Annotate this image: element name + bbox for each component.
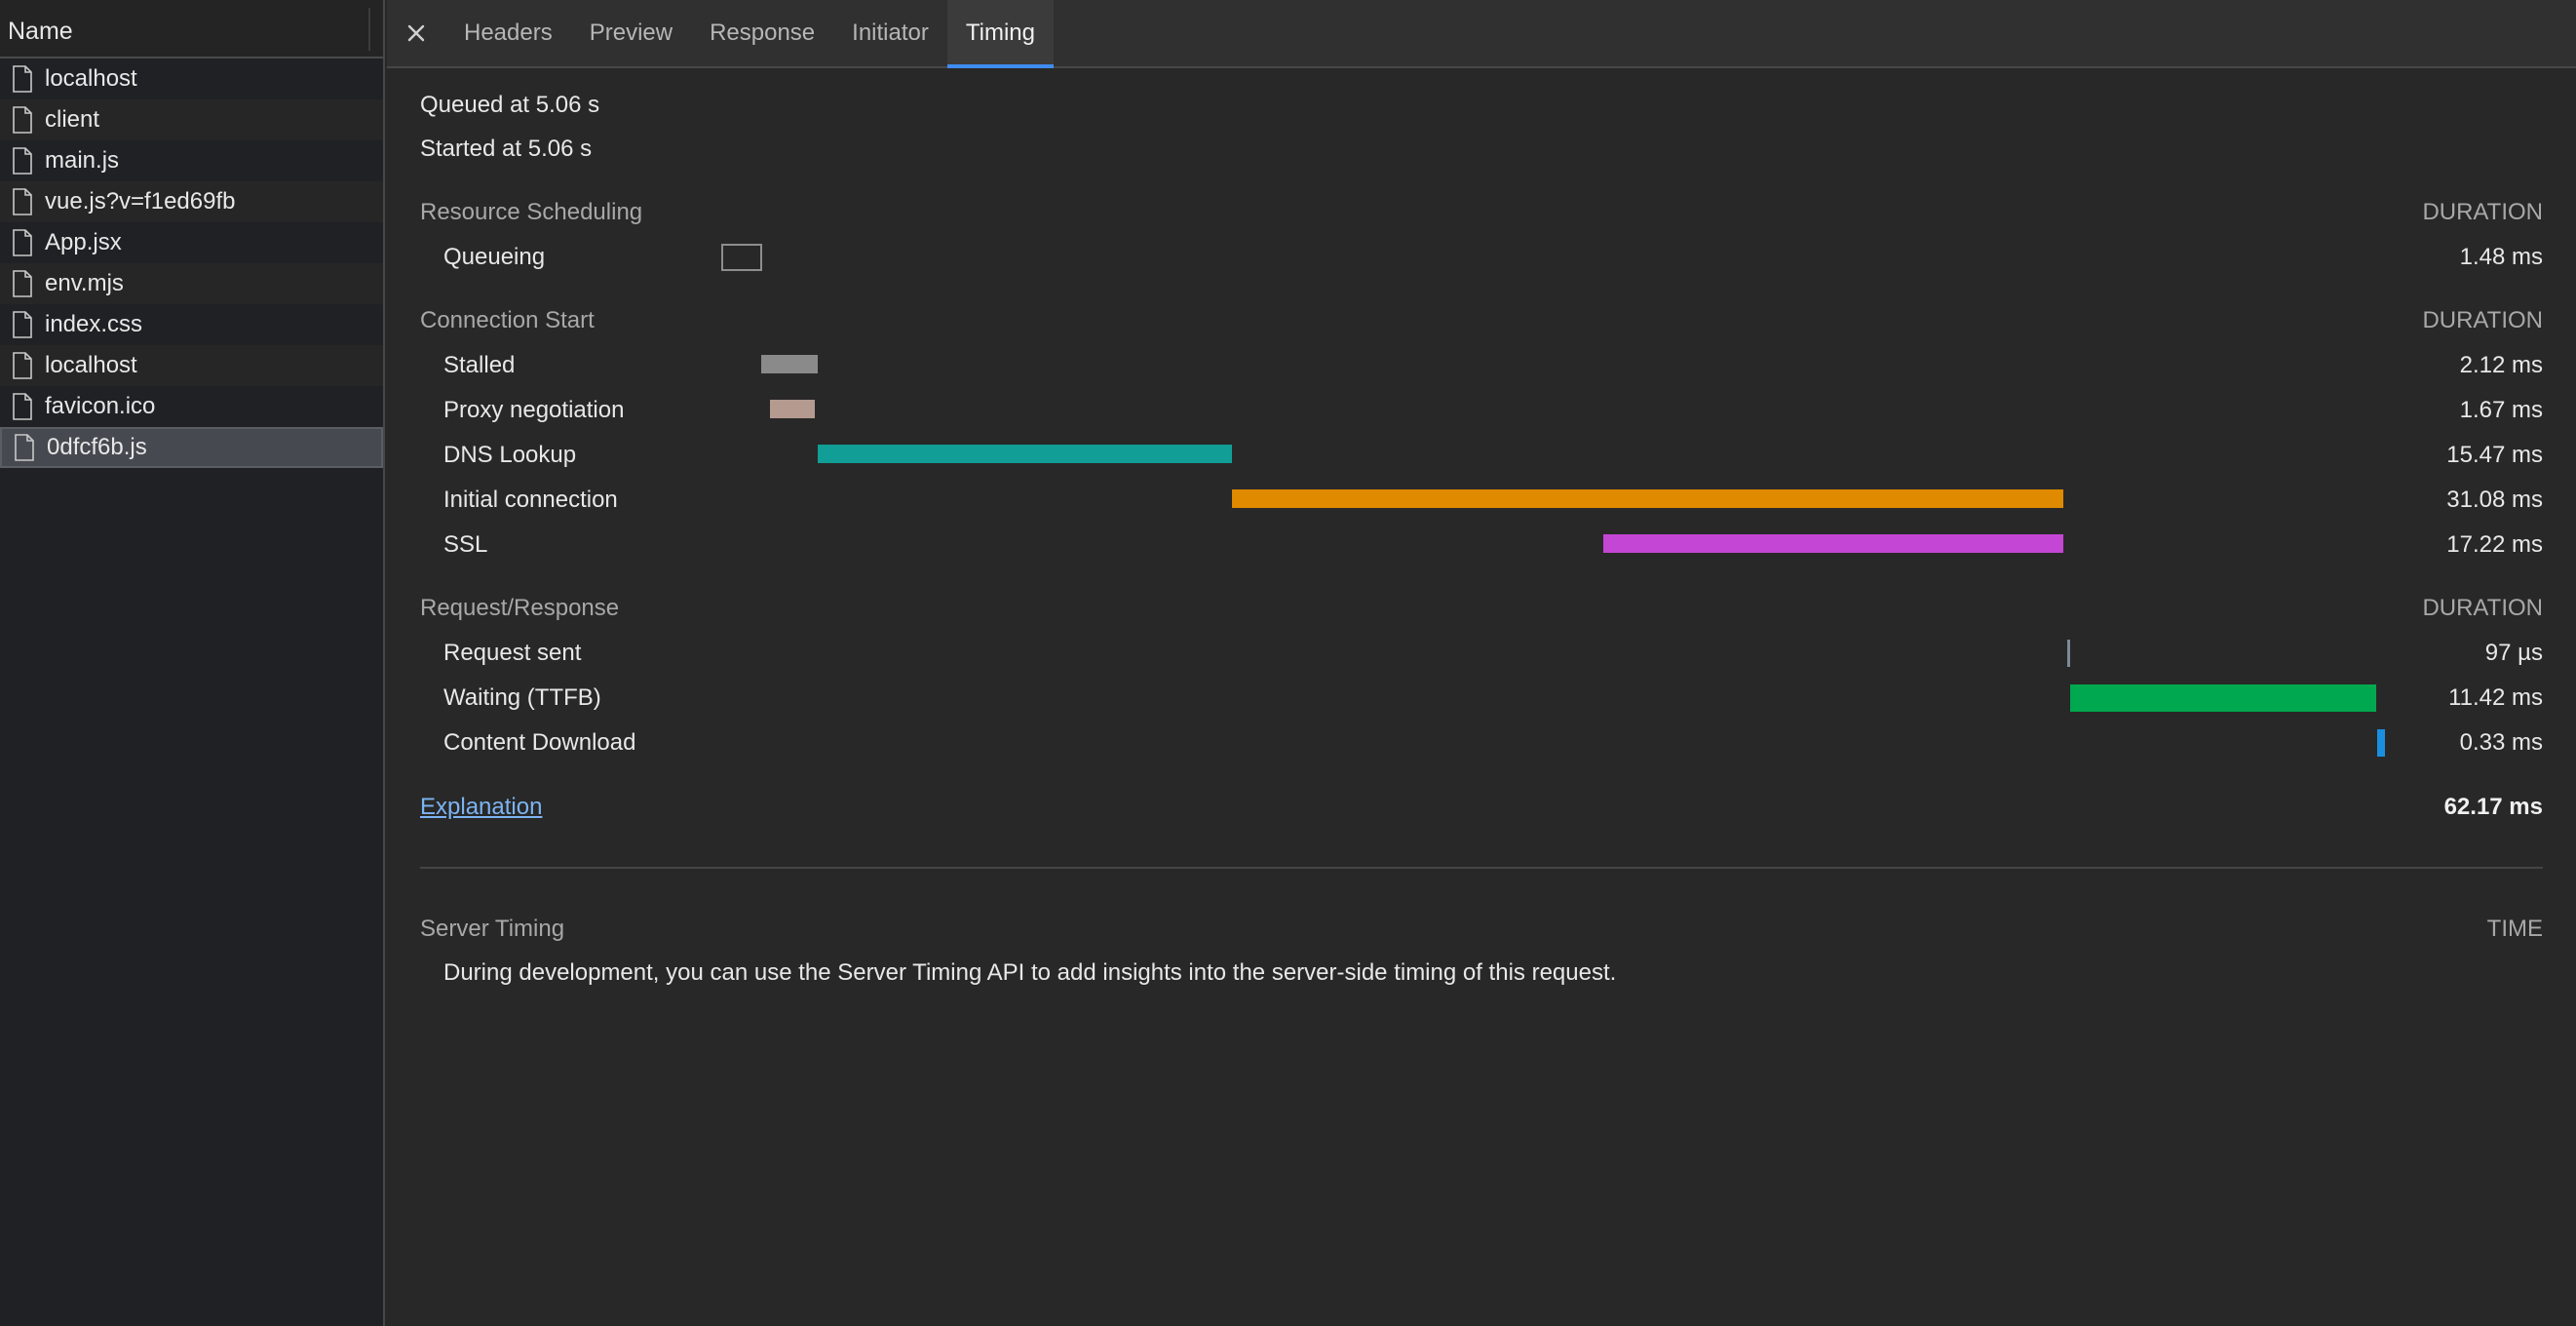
timing-row-value: 15.47 ms [2446,442,2543,468]
stalled-bar [761,355,818,373]
timing-row-label: Content Download [443,729,636,756]
proxy-negotiation-bar [770,400,815,418]
name-column-label: Name [8,18,73,45]
timing-row-proxy-negotiation: Proxy negotiation 1.67 ms [420,395,2543,428]
request-list-item[interactable]: 0dfcf6b.js [0,427,383,468]
request-name: localhost [45,352,137,378]
queueing-bar [721,244,762,271]
waiting-ttfb-bar [2070,684,2376,712]
duration-header: DURATION [2422,307,2543,333]
section-title: Connection Start [420,307,595,333]
detail-tabbar: Headers Preview Response Initiator Timin… [387,0,2576,68]
timing-row-dns-lookup: DNS Lookup 15.47 ms [420,440,2543,473]
timing-row-request-sent: Request sent 97 µs [420,638,2543,671]
timing-row-waiting-ttfb: Waiting (TTFB) 11.42 ms [420,682,2543,716]
request-list-item[interactable]: localhost [0,58,383,99]
tab-response[interactable]: Response [691,0,833,66]
file-icon [13,352,32,379]
section-title: Server Timing [420,916,565,942]
started-at-text: Started at 5.06 s [420,136,593,162]
timing-row-value: 2.12 ms [2459,352,2543,378]
file-icon [13,147,32,175]
request-list-item[interactable]: client [0,99,383,140]
timing-row-label: SSL [443,531,488,558]
time-header: TIME [2486,916,2543,942]
content-download-bar [2377,729,2385,757]
queued-at-text: Queued at 5.06 s [420,92,600,118]
timing-row-label: Request sent [443,640,582,666]
file-icon [15,434,34,461]
request-list-item[interactable]: env.mjs [0,263,383,304]
timing-row-value: 0.33 ms [2459,729,2543,756]
server-timing-description: During development, you can use the Serv… [443,959,1617,986]
duration-header: DURATION [2422,199,2543,225]
column-divider[interactable] [368,8,370,51]
request-name: 0dfcf6b.js [47,434,147,460]
request-list-panel: Name localhost client main.js vue.js?v=f1ed… [0,0,385,1326]
section-request-response: Request/Response DURATION [420,595,2543,624]
section-resource-scheduling: Resource Scheduling DURATION [420,199,2543,228]
timing-row-label: DNS Lookup [443,442,577,468]
ssl-bar [1603,534,2063,553]
initial-connection-bar [1232,489,2063,508]
section-divider [420,867,2543,869]
file-icon [13,188,32,215]
timing-row-stalled: Stalled 2.12 ms [420,350,2543,383]
timing-row-content-download: Content Download 0.33 ms [420,727,2543,760]
request-detail-panel: Headers Preview Response Initiator Timin… [387,0,2576,1326]
timing-row-label: Waiting (TTFB) [443,684,601,711]
dns-lookup-bar [818,445,1232,463]
timing-row-value: 97 µs [2484,640,2543,666]
timing-row-value: 31.08 ms [2446,487,2543,513]
total-duration: 62.17 ms [2443,794,2543,820]
file-icon [13,65,32,93]
file-icon [13,393,32,420]
timing-row-value: 1.67 ms [2459,397,2543,423]
section-title: Resource Scheduling [420,199,643,225]
timing-row-value: 11.42 ms [2448,684,2543,711]
file-icon [13,311,32,338]
timing-row-value: 1.48 ms [2459,244,2543,270]
timing-row-initial-connection: Initial connection 31.08 ms [420,485,2543,518]
name-column-header[interactable]: Name [0,0,383,58]
request-list-item[interactable]: main.js [0,140,383,181]
file-icon [13,229,32,256]
request-name: main.js [45,147,120,174]
timing-row-queueing: Queueing 1.48 ms [420,242,2543,275]
timing-row-ssl: SSL 17.22 ms [420,529,2543,563]
explanation-link[interactable]: Explanation [420,794,542,821]
close-detail-button[interactable] [387,0,445,66]
file-icon [13,270,32,297]
timing-row-label: Proxy negotiation [443,397,625,423]
section-connection-start: Connection Start DURATION [420,307,2543,336]
request-name: App.jsx [45,229,122,255]
request-sent-bar [2067,640,2070,667]
duration-header: DURATION [2422,595,2543,621]
request-list-item[interactable]: vue.js?v=f1ed69fb [0,181,383,222]
request-list-item[interactable]: index.css [0,304,383,345]
request-name: client [45,106,100,133]
request-name: localhost [45,65,137,92]
tab-headers[interactable]: Headers [445,0,571,66]
tab-initiator[interactable]: Initiator [833,0,947,66]
tab-timing[interactable]: Timing [946,0,1055,68]
request-list-item[interactable]: App.jsx [0,222,383,263]
request-list: localhost client main.js vue.js?v=f1ed69fb A… [0,58,383,468]
tab-preview[interactable]: Preview [571,0,691,66]
section-server-timing: Server Timing TIME [420,916,2543,945]
timing-row-label: Initial connection [443,487,618,513]
timing-row-label: Stalled [443,352,516,378]
request-list-item[interactable]: localhost [0,345,383,386]
file-icon [13,106,32,134]
section-title: Request/Response [420,595,620,621]
request-name: favicon.ico [45,393,156,419]
timing-row-value: 17.22 ms [2446,531,2543,558]
request-name: vue.js?v=f1ed69fb [45,188,236,214]
close-icon [407,24,425,42]
timing-row-label: Queueing [443,244,546,270]
request-list-item[interactable]: favicon.ico [0,386,383,427]
request-name: index.css [45,311,143,337]
request-name: env.mjs [45,270,124,296]
